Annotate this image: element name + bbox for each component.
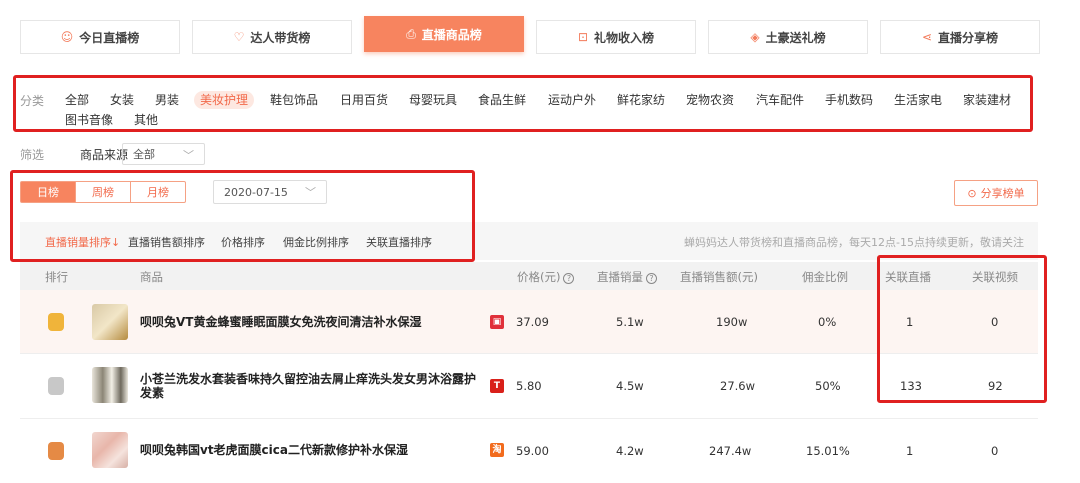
tab-label: 达人带货榜 [250,30,311,45]
annotation-box-category [13,75,1033,132]
live-revenue: 27.6w [720,379,756,393]
shop-platform-icon: ▣ [490,315,504,329]
header-price-label: 价格(元) [517,270,561,284]
tab-big-spenders[interactable]: ◈ 土豪送礼榜 [708,20,868,54]
related-live: 1 [906,444,914,458]
tab-live-share[interactable]: ⋖ 直播分享榜 [880,20,1040,54]
bronze-medal-icon [48,442,64,460]
tmall-platform-icon: T [490,379,504,393]
annotation-box-period-sort [10,170,475,262]
taobao-platform-icon: 淘 [490,443,504,457]
share-label: 分享榜单 [980,187,1025,200]
tab-label: 今日直播榜 [79,30,140,45]
table-row[interactable]: 呗呗兔韩国vt老虎面膜cica二代新款修护补水保湿 淘 59.00 4.2w 2… [20,420,1038,483]
source-select[interactable]: 全部 ﹀ [122,143,205,165]
heart-badge-icon: ♡ [233,30,245,44]
tab-gift-income[interactable]: ⊡ 礼物收入榜 [536,20,696,54]
tab-label: 直播商品榜 [421,27,482,42]
bag-icon: ⎙ [406,26,416,41]
tab-today-live[interactable]: ☺ 今日直播榜 [20,20,180,54]
tab-label: 直播分享榜 [938,30,999,45]
source-label: 商品来源 [80,148,129,162]
product-thumbnail[interactable] [92,304,128,340]
share-ranking-button[interactable]: ⊙ 分享榜单 [954,180,1038,206]
header-commission: 佣金比例 [802,270,848,284]
live-sales: 4.5w [616,379,644,393]
header-product: 商品 [140,270,163,284]
header-price: 价格(元)? [517,269,575,285]
annotation-box-related [877,255,1047,403]
live-sales: 4.2w [616,444,644,458]
product-name[interactable]: 呗呗兔韩国vt老虎面膜cica二代新款修护补水保湿 [140,443,485,457]
diamond-icon: ◈ [750,30,760,44]
product-thumbnail[interactable] [92,367,128,403]
related-video: 0 [991,444,999,458]
smile-circle-icon: ☺ [60,30,74,44]
header-live-revenue: 直播销售额(元) [680,270,758,284]
tab-influencer-sales[interactable]: ♡ 达人带货榜 [192,20,352,54]
commission-rate: 0% [818,315,837,329]
header-live-sales: 直播销量? [597,269,657,285]
header-rank: 排行 [45,270,68,284]
price: 5.80 [516,379,542,393]
silver-medal-icon [48,377,64,395]
gift-icon: ⊡ [577,30,589,44]
top-tab-bar: ☺ 今日直播榜 ♡ 达人带货榜 ⎙ 直播商品榜 ⊡ 礼物收入榜 ◈ 土豪送礼榜 ⋖ 直播分享… [20,16,1040,56]
filter-label: 筛选 [20,148,45,162]
share-circle-icon: ⊙ [967,186,977,200]
help-icon[interactable]: ? [646,273,657,284]
commission-rate: 50% [815,379,841,393]
tab-live-products[interactable]: ⎙ 直播商品榜 [364,16,524,52]
source-value: 全部 [133,148,155,161]
gold-medal-icon [48,313,64,331]
update-notice: 蝉妈妈达人带货榜和直播商品榜，每天12点-15点持续更新，敬请关注 [684,236,1024,249]
live-revenue: 190w [716,315,748,329]
tab-label: 土豪送礼榜 [765,30,826,45]
commission-rate: 15.01% [806,444,850,458]
product-name[interactable]: 小苍兰洗发水套装香味持久留控油去屑止痒洗头发女男沐浴露护发素 [140,372,485,400]
price: 37.09 [516,315,549,329]
live-sales: 5.1w [616,315,644,329]
product-name[interactable]: 呗呗兔VT黄金蜂蜜睡眠面膜女免洗夜间清洁补水保湿 [140,315,485,329]
live-revenue: 247.4w [709,444,752,458]
price: 59.00 [516,444,549,458]
chevron-down-icon: ﹀ [183,149,194,162]
share-icon: ⋖ [921,30,933,44]
help-icon[interactable]: ? [563,273,575,284]
tab-label: 礼物收入榜 [594,30,655,45]
product-thumbnail[interactable] [92,432,128,468]
header-live-sales-label: 直播销量 [597,270,643,284]
